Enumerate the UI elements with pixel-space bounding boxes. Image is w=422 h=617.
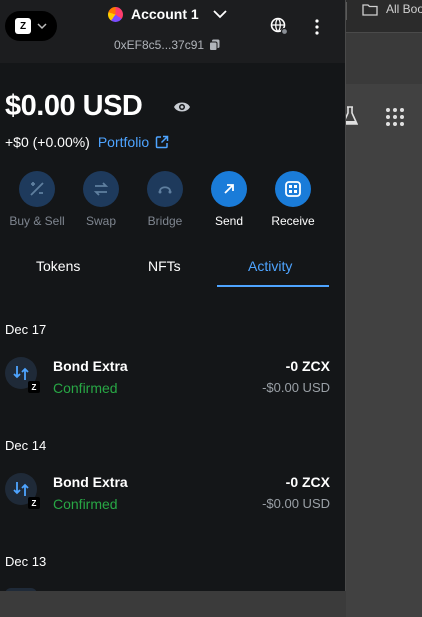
network-badge: Z — [15, 18, 31, 34]
send-label: Send — [214, 214, 244, 228]
action-bar: Buy & Sell Swap Bridge Send Receive — [0, 171, 345, 231]
receive-circle — [275, 171, 311, 207]
swap-label: Swap — [85, 214, 117, 228]
wallet-popup: Z Account 1 0xEF8c5...37c91 $0.00 USD +$… — [0, 0, 346, 591]
eye-icon[interactable] — [173, 100, 191, 114]
bookmarks-separator — [346, 2, 347, 20]
balance-change-row: +$0 (+0.00%) Portfolio — [5, 134, 169, 150]
all-bookmarks-label: All Boo — [386, 2, 422, 16]
activity-date-header: Dec 14 — [5, 438, 47, 453]
browser-tabstrip-area — [346, 32, 422, 84]
activity-date-header: Dec 17 — [5, 322, 47, 337]
tab-activity[interactable]: Activity — [248, 258, 292, 274]
send-button[interactable]: Send — [197, 171, 261, 228]
external-link-icon — [155, 135, 169, 149]
buy-sell-label: Buy & Sell — [9, 214, 65, 228]
wallet-tabs: Tokens NFTs Activity — [0, 248, 345, 288]
buy-sell-icon — [30, 182, 44, 196]
browser-page-area — [346, 84, 422, 617]
all-bookmarks-button[interactable]: All Boo — [362, 2, 422, 16]
total-balance: $0.00 USD — [5, 90, 143, 122]
activity-item[interactable]: Z Bond Extra Confirmed -0 ZCX -$0.00 USD — [0, 357, 345, 407]
kebab-menu-icon[interactable] — [314, 19, 320, 35]
activity-amount: -0 ZCX — [285, 474, 330, 490]
contract-interaction-icon[interactable] — [5, 588, 37, 591]
account-name: Account 1 — [131, 6, 199, 22]
tab-tokens[interactable]: Tokens — [36, 258, 80, 274]
activity-amount: -0 ZCX — [285, 358, 330, 374]
account-avatar — [108, 6, 123, 22]
activity-fiat-amount: -$0.00 USD — [262, 380, 330, 395]
swap-button[interactable]: Swap — [69, 171, 133, 228]
balance-change: +$0 (+0.00%) — [5, 134, 90, 150]
receive-label: Receive — [271, 214, 315, 228]
account-picker[interactable]: Account 1 — [108, 6, 227, 22]
portfolio-link[interactable]: Portfolio — [98, 134, 169, 150]
buy-sell-button[interactable]: Buy & Sell — [5, 171, 69, 228]
qr-icon — [285, 181, 301, 197]
swap-icon — [93, 182, 109, 196]
network-picker[interactable]: Z — [5, 11, 57, 41]
activity-date-header: Dec 13 — [5, 554, 47, 569]
chevron-down-icon — [37, 23, 47, 30]
portfolio-label: Portfolio — [97, 134, 150, 150]
send-arrow-icon — [224, 184, 234, 194]
network-badge: Z — [28, 381, 40, 393]
swap-circle — [83, 171, 119, 207]
wallet-header: Z Account 1 0xEF8c5...37c91 — [0, 0, 345, 63]
account-address: 0xEF8c5...37c91 — [114, 38, 205, 52]
apps-grid-icon[interactable] — [386, 108, 404, 126]
activity-status: Confirmed — [53, 380, 118, 396]
bridge-icon — [158, 186, 172, 194]
buy-sell-circle — [19, 171, 55, 207]
bridge-label: Bridge — [147, 214, 183, 228]
network-badge: Z — [28, 497, 40, 509]
activity-title: Bond Extra — [53, 474, 128, 490]
activity-title: Bond Extra — [53, 358, 128, 374]
copy-icon — [209, 39, 220, 51]
active-tab-indicator — [217, 285, 329, 287]
chevron-down-icon — [213, 10, 227, 19]
receive-button[interactable]: Receive — [261, 171, 325, 228]
activity-status: Confirmed — [53, 496, 118, 512]
connected-sites-globe-icon[interactable] — [270, 17, 288, 35]
activity-fiat-amount: -$0.00 USD — [262, 496, 330, 511]
folder-icon — [362, 3, 378, 16]
tab-nfts[interactable]: NFTs — [148, 258, 181, 274]
send-circle — [211, 171, 247, 207]
bridge-button[interactable]: Bridge — [133, 171, 197, 228]
address-copy-button[interactable]: 0xEF8c5...37c91 — [114, 38, 220, 52]
activity-item[interactable]: Z Bond Extra Confirmed -0 ZCX -$0.00 USD — [0, 473, 345, 523]
bridge-circle — [147, 171, 183, 207]
